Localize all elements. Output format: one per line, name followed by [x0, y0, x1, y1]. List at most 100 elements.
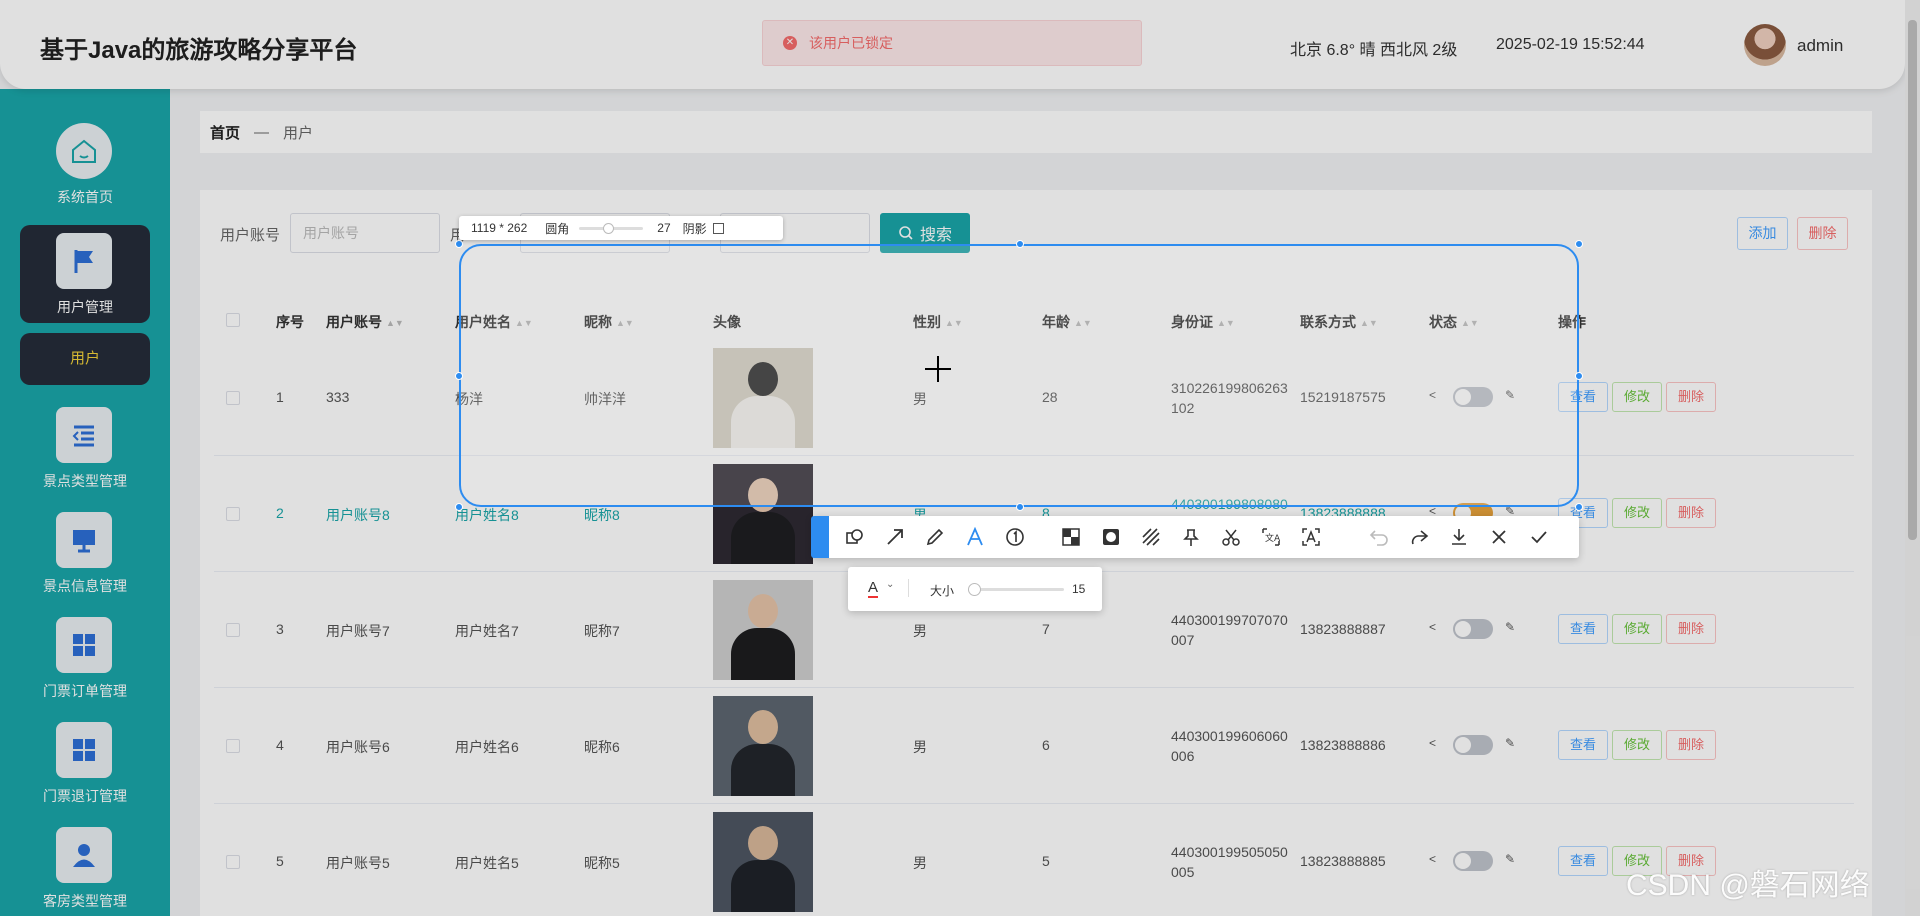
edit-button[interactable]: 修改	[1612, 498, 1662, 528]
row-checkbox[interactable]	[226, 855, 240, 869]
scrollbar-thumb[interactable]	[1908, 20, 1917, 540]
download-icon[interactable]	[1448, 526, 1470, 548]
arrow-icon[interactable]	[884, 526, 906, 548]
batch-delete-button[interactable]: 删除	[1797, 217, 1848, 250]
avatar[interactable]	[1744, 24, 1786, 66]
status-toggle[interactable]	[1453, 619, 1493, 639]
cell-nick: 昵称7	[584, 623, 620, 639]
avatar-photo[interactable]	[713, 580, 813, 680]
delete-button[interactable]: 删除	[1666, 614, 1716, 644]
sidebar-item-scenic-type[interactable]: 景点类型管理	[20, 399, 150, 497]
view-button[interactable]: 查看	[1558, 730, 1608, 760]
pen-icon[interactable]: ✎	[1505, 736, 1515, 750]
text-color-picker[interactable]: A	[868, 579, 879, 598]
flag-icon	[56, 233, 112, 289]
resize-handle[interactable]	[1016, 503, 1024, 511]
search-input-account[interactable]: 用户账号	[290, 213, 440, 253]
translate-icon[interactable]: 文A	[1260, 526, 1282, 548]
toolbar-pin-tab[interactable]	[811, 516, 829, 558]
username[interactable]: admin	[1797, 36, 1843, 56]
sidebar-item-label: 系统首页	[57, 189, 113, 205]
sidebar-item-user-management[interactable]: 用户管理	[20, 225, 150, 323]
resize-handle[interactable]	[1016, 240, 1024, 248]
page-scrollbar[interactable]	[1905, 0, 1920, 916]
sidebar-item-label: 用户管理	[57, 299, 113, 315]
sidebar-item-ticket-refunds[interactable]: 门票退订管理	[20, 714, 150, 812]
resize-handle[interactable]	[455, 372, 463, 380]
cell-phone: 13823888887	[1300, 621, 1386, 637]
resize-handle[interactable]	[1575, 503, 1583, 511]
share-icon[interactable]: <	[1429, 852, 1436, 866]
undo-icon[interactable]	[1368, 526, 1390, 548]
row-checkbox[interactable]	[226, 623, 240, 637]
breadcrumb-home[interactable]: 首页	[210, 122, 240, 143]
cell-gender: 男	[913, 623, 927, 639]
corner-slider-thumb[interactable]	[603, 222, 615, 234]
selection-rectangle[interactable]	[459, 244, 1579, 507]
view-button[interactable]: 查看	[1558, 846, 1608, 876]
pen-icon[interactable]: ✎	[1505, 620, 1515, 634]
row-checkbox[interactable]	[226, 391, 240, 405]
status-toggle[interactable]	[1453, 851, 1493, 871]
cell-account: 用户账号5	[326, 855, 390, 871]
resize-handle[interactable]	[455, 240, 463, 248]
sidebar-item-label: 门票订单管理	[43, 683, 127, 699]
cell-gender: 男	[913, 855, 927, 871]
cell-account: 333	[326, 389, 350, 405]
close-icon[interactable]	[1488, 526, 1510, 548]
font-size-slider[interactable]	[968, 583, 1064, 596]
share-icon[interactable]: <	[1429, 620, 1436, 634]
grid-icon	[56, 722, 112, 778]
top-header: 基于Java的旅游攻略分享平台 ✕ 该用户已锁定 北京 6.8° 晴 西北风 2…	[0, 0, 1905, 89]
select-all-checkbox[interactable]	[226, 313, 240, 327]
status-toggle[interactable]	[1453, 735, 1493, 755]
share-icon[interactable]: <	[1429, 736, 1436, 750]
pen-icon[interactable]: ✎	[1505, 852, 1515, 866]
font-size-slider-thumb[interactable]	[968, 583, 981, 596]
chevron-down-icon[interactable]: ⌄	[886, 579, 894, 590]
sidebar-item-scenic-info[interactable]: 景点信息管理	[20, 504, 150, 602]
sidebar-item-ticket-orders[interactable]: 门票订单管理	[20, 609, 150, 707]
delete-button[interactable]: 删除	[1666, 498, 1716, 528]
user-icon	[56, 827, 112, 883]
text-icon[interactable]	[964, 526, 986, 548]
sidebar-item-room-type[interactable]: 客房类型管理	[20, 819, 150, 916]
avatar-photo[interactable]	[713, 696, 813, 796]
ocr-icon[interactable]	[1300, 526, 1322, 548]
mosaic-icon[interactable]	[1060, 526, 1082, 548]
resize-handle[interactable]	[1575, 240, 1583, 248]
sidebar-subitem-user[interactable]: 用户	[20, 333, 150, 385]
shadow-checkbox[interactable]	[712, 222, 724, 234]
avatar-photo[interactable]	[713, 812, 813, 912]
row-checkbox[interactable]	[226, 507, 240, 521]
resize-handle[interactable]	[455, 503, 463, 511]
sidebar-item-label: 门票退订管理	[43, 788, 127, 804]
pen-icon[interactable]	[924, 526, 946, 548]
cell-idcard: 440300199505050 005	[1171, 844, 1288, 880]
sidebar-item-home[interactable]: 系统首页	[20, 115, 150, 213]
corner-slider[interactable]	[579, 222, 644, 234]
row-checkbox[interactable]	[226, 739, 240, 753]
resize-handle[interactable]	[1575, 372, 1583, 380]
pin-icon[interactable]	[1180, 526, 1202, 548]
view-button[interactable]: 查看	[1558, 614, 1608, 644]
number-icon[interactable]	[1004, 526, 1026, 548]
hatch-icon[interactable]	[1140, 526, 1162, 548]
add-button[interactable]: 添加	[1737, 217, 1788, 250]
confirm-icon[interactable]	[1528, 526, 1550, 548]
cell-no: 4	[276, 737, 284, 753]
redo-icon[interactable]	[1408, 526, 1430, 548]
cell-name: 用户姓名5	[455, 855, 519, 871]
th-account[interactable]: 用户账号 ▲▼	[326, 312, 404, 332]
home-icon	[56, 123, 112, 179]
edit-button[interactable]: 修改	[1612, 382, 1662, 412]
cell-account: 用户账号8	[326, 507, 390, 523]
search-label-account: 用户账号	[220, 227, 281, 244]
cut-icon[interactable]	[1220, 526, 1242, 548]
edit-button[interactable]: 修改	[1612, 730, 1662, 760]
delete-button[interactable]: 删除	[1666, 730, 1716, 760]
blur-icon[interactable]	[1100, 526, 1122, 548]
shape-icon[interactable]	[844, 526, 866, 548]
delete-button[interactable]: 删除	[1666, 382, 1716, 412]
edit-button[interactable]: 修改	[1612, 614, 1662, 644]
